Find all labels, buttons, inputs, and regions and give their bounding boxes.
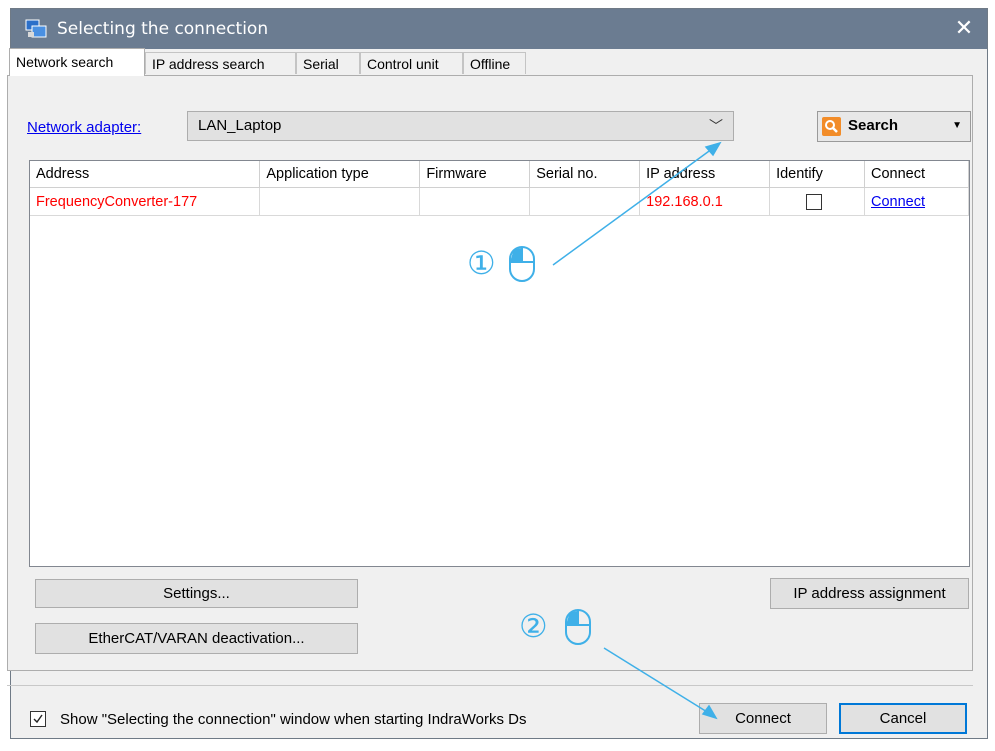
search-button[interactable]: Search ▼ xyxy=(817,111,971,142)
dropdown-arrow-icon[interactable]: ▼ xyxy=(952,120,962,131)
cancel-button[interactable]: Cancel xyxy=(839,703,967,734)
search-button-label: Search xyxy=(848,117,899,134)
cell-application-type xyxy=(259,187,421,216)
column-header-firmware[interactable]: Firmware xyxy=(419,161,531,188)
tab-control-unit[interactable]: Control unit xyxy=(360,52,463,74)
identify-checkbox[interactable] xyxy=(806,193,823,210)
column-header-connect[interactable]: Connect xyxy=(864,161,969,188)
table-header: Address Application type Firmware Serial… xyxy=(30,161,969,188)
ethercat-varan-deactivation-button[interactable]: EtherCAT/VARAN deactivation... xyxy=(35,623,358,654)
network-adapter-value: LAN_Laptop xyxy=(198,117,282,134)
cell-ip-address: 192.168.0.1 xyxy=(639,187,771,216)
show-window-label: Show "Selecting the connection" window w… xyxy=(60,711,527,728)
cell-serial-no xyxy=(529,187,641,216)
tab-ip-address-search[interactable]: IP address search xyxy=(145,52,296,74)
settings-button[interactable]: Settings... xyxy=(35,579,358,608)
network-adapter-select[interactable]: LAN_Laptop ﹀ xyxy=(187,111,734,141)
device-list: Address Application type Firmware Serial… xyxy=(29,160,970,567)
tab-offline[interactable]: Offline xyxy=(463,52,526,74)
window-title: Selecting the connection xyxy=(57,19,269,39)
cell-connect: Connect xyxy=(864,187,969,216)
ip-address-assignment-button[interactable]: IP address assignment xyxy=(770,578,969,609)
cell-firmware xyxy=(419,187,531,216)
network-adapter-link[interactable]: Network adapter: xyxy=(27,119,141,136)
column-header-application-type[interactable]: Application type xyxy=(259,161,421,188)
cell-identify xyxy=(769,187,866,216)
app-icon xyxy=(25,19,47,39)
show-window-checkbox[interactable] xyxy=(30,711,46,727)
search-icon xyxy=(822,117,841,136)
tab-network-search[interactable]: Network search xyxy=(9,48,145,76)
step-1-marker: ① xyxy=(467,244,496,282)
chevron-down-icon: ﹀ xyxy=(709,118,723,134)
device-table: Address Application type Firmware Serial… xyxy=(30,161,969,216)
footer-divider xyxy=(7,685,973,686)
column-header-ip-address[interactable]: IP address xyxy=(639,161,771,188)
close-icon[interactable]: ✕ xyxy=(941,9,987,49)
cell-address: FrequencyConverter-177 xyxy=(30,187,261,216)
step-2-marker: ② xyxy=(519,607,548,645)
column-header-address[interactable]: Address xyxy=(30,161,261,188)
row-connect-link[interactable]: Connect xyxy=(871,194,925,210)
table-row[interactable]: FrequencyConverter-177 192.168.0.1 Conne… xyxy=(30,187,969,216)
column-header-identify[interactable]: Identify xyxy=(769,161,866,188)
tab-serial[interactable]: Serial xyxy=(296,52,360,74)
connect-button[interactable]: Connect xyxy=(699,703,827,734)
column-header-serial-no[interactable]: Serial no. xyxy=(529,161,641,188)
title-bar[interactable]: Selecting the connection ✕ xyxy=(11,9,987,49)
